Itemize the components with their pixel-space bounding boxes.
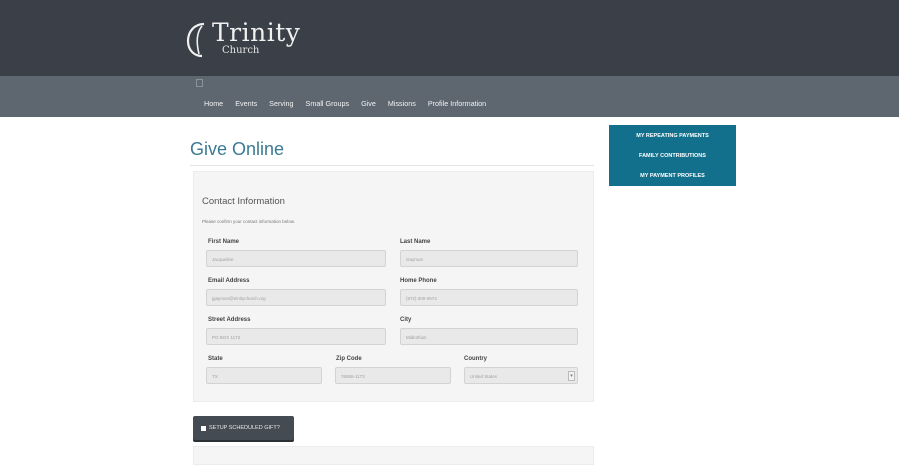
logo-text: Trinity Church (212, 20, 300, 56)
page-title: Give Online (190, 139, 285, 159)
family-contributions-link[interactable]: FAMILY CONTRIBUTIONS (609, 153, 736, 159)
nav-item-profile-information[interactable]: Profile Information (428, 99, 486, 108)
logo-subtitle: Church (222, 45, 260, 56)
nav-item-give[interactable]: Give (361, 99, 376, 108)
first-name-input[interactable]: Jacqueline (206, 250, 386, 267)
page-icon (196, 79, 203, 87)
nav-menu: Home Events Serving Small Groups Give Mi… (204, 99, 498, 108)
account-links-panel: MY REPEATING PAYMENTS FAMILY CONTRIBUTIO… (609, 125, 736, 186)
nav-item-small-groups[interactable]: Small Groups (306, 99, 350, 108)
church-logo[interactable]: Trinity Church (186, 20, 300, 60)
zip-code-input[interactable]: 76065-1173 (335, 367, 451, 384)
city-input[interactable]: Midlothian (400, 328, 578, 345)
section-description: Please confirm your contact information … (202, 219, 296, 224)
chevron-down-icon[interactable]: ▾ (568, 371, 575, 381)
street-address-input[interactable]: PO BOX 1173 (206, 328, 386, 345)
home-phone-input[interactable]: (972) 000-0674 (400, 289, 578, 306)
last-name-input[interactable]: Gaymon (400, 250, 578, 267)
payment-panel (193, 446, 594, 465)
section-title: Contact Information (202, 196, 285, 207)
country-select[interactable]: United States ▾ (464, 367, 578, 384)
setup-scheduled-gift-button[interactable]: SETUP SCHEDULED GIFT? (193, 416, 294, 440)
nav-item-serving[interactable]: Serving (269, 99, 293, 108)
country-select-value: United States (470, 374, 498, 379)
setup-scheduled-gift-label: SETUP SCHEDULED GIFT? (209, 425, 280, 431)
email-label: Email Address (208, 278, 250, 284)
my-repeating-payments-link[interactable]: MY REPEATING PAYMENTS (609, 133, 736, 139)
state-label: State (208, 356, 223, 362)
my-payment-profiles-link[interactable]: MY PAYMENT PROFILES (609, 173, 736, 179)
email-input[interactable]: jgaymon@trinitychurch.org (206, 289, 386, 306)
nav-item-missions[interactable]: Missions (388, 99, 416, 108)
first-name-label: First Name (208, 239, 240, 245)
nav-item-events[interactable]: Events (235, 99, 257, 108)
state-input[interactable]: TX (206, 367, 322, 384)
home-phone-label: Home Phone (400, 278, 437, 284)
zip-code-label: Zip Code (336, 356, 362, 362)
country-label: Country (464, 356, 487, 362)
site-header: Trinity Church (0, 0, 899, 76)
contact-form-panel: Contact Information Please confirm your … (193, 171, 594, 402)
last-name-label: Last Name (400, 239, 431, 245)
trinity-logo-icon (186, 20, 210, 58)
main-navbar: Home Events Serving Small Groups Give Mi… (0, 76, 899, 117)
checkbox-icon[interactable] (201, 425, 206, 431)
city-label: City (400, 317, 412, 323)
nav-item-home[interactable]: Home (204, 99, 223, 108)
title-divider (190, 165, 594, 166)
street-address-label: Street Address (208, 317, 251, 323)
logo-name: Trinity (212, 18, 301, 47)
